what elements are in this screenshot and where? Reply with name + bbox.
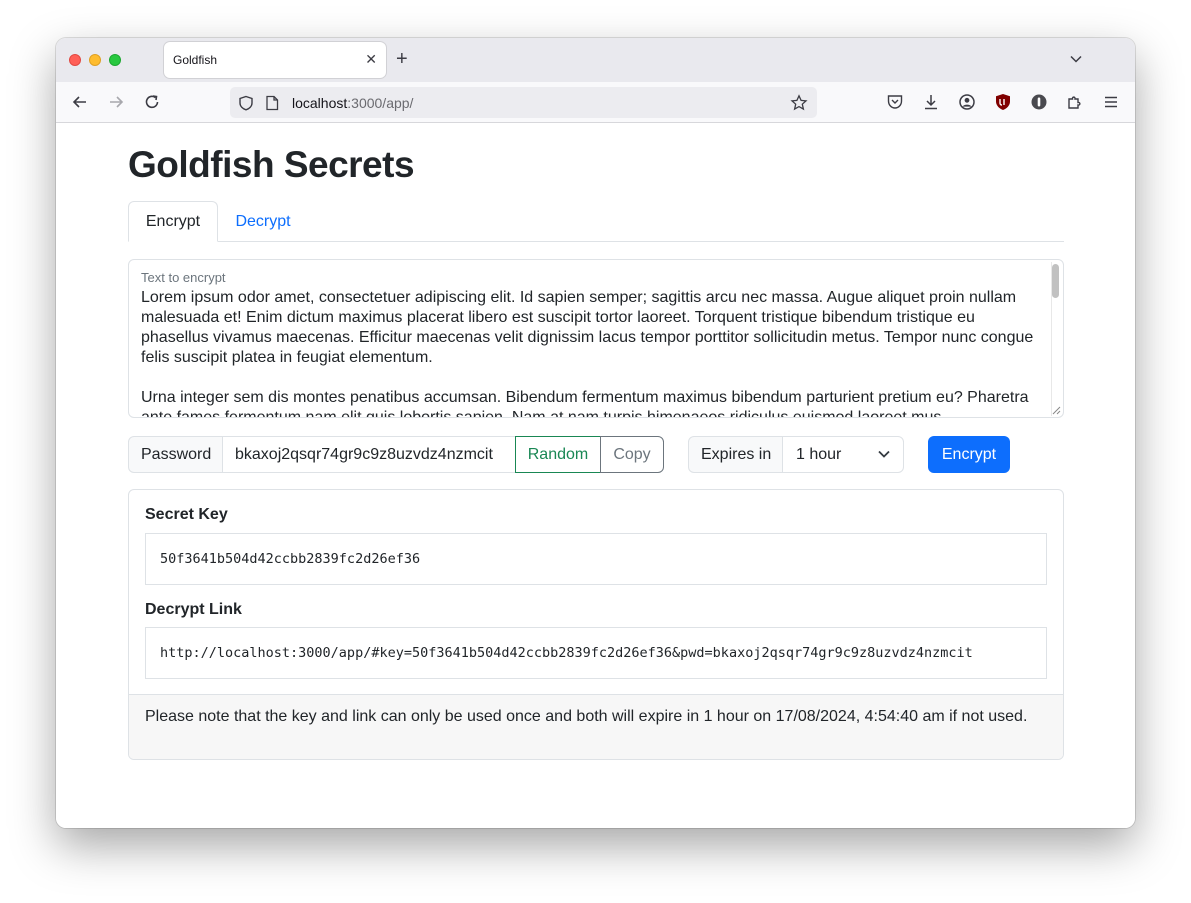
secret-key-value[interactable]: 50f3641b504d42ccbb2839fc2d26ef36 (145, 533, 1047, 585)
browser-tab[interactable]: Goldfish ✕ (164, 42, 386, 78)
page-content: Goldfish Secrets Encrypt Decrypt Text to… (56, 123, 1135, 828)
close-window-button[interactable] (69, 54, 81, 66)
encrypt-button[interactable]: Encrypt (928, 436, 1010, 473)
bookmark-star-icon[interactable] (789, 93, 809, 113)
chevron-down-icon[interactable] (1069, 52, 1083, 66)
ublock-icon[interactable] (993, 92, 1013, 112)
tab-decrypt[interactable]: Decrypt (226, 201, 300, 242)
text-to-encrypt-value[interactable]: Lorem ipsum odor amet, consectetuer adip… (141, 288, 1041, 418)
extensions-icon[interactable] (1065, 92, 1085, 112)
minimize-window-button[interactable] (89, 54, 101, 66)
page-icon[interactable] (262, 93, 282, 113)
secret-key-label: Secret Key (145, 506, 228, 523)
decrypt-link-label: Decrypt Link (145, 601, 242, 618)
tab-strip: Goldfish ✕ + (56, 38, 1135, 82)
download-icon[interactable] (921, 92, 941, 112)
password-label: Password (128, 436, 223, 473)
expires-in-label: Expires in (688, 436, 783, 473)
page-title: Goldfish Secrets (128, 144, 415, 185)
new-tab-button[interactable]: + (396, 48, 408, 70)
textarea-scrollbar-thumb[interactable] (1052, 264, 1059, 298)
copy-password-button[interactable]: Copy (600, 436, 664, 473)
forward-arrow-icon[interactable] (106, 92, 126, 112)
url-bar[interactable]: localhost:3000/app/ (230, 87, 817, 118)
reload-icon[interactable] (142, 92, 162, 112)
url-text[interactable]: localhost:3000/app/ (292, 95, 413, 111)
zoom-window-button[interactable] (109, 54, 121, 66)
browser-window: Goldfish ✕ + localhost:3000/app/ Goldfis… (56, 38, 1135, 828)
url-host: localhost (292, 95, 348, 111)
expiry-note: Please note that the key and link can on… (129, 694, 1063, 759)
url-path: :3000/app/ (347, 95, 414, 111)
text-paragraph: Lorem ipsum odor amet, consectetuer adip… (141, 289, 1034, 366)
back-arrow-icon[interactable] (70, 92, 90, 112)
text-to-encrypt-field[interactable]: Text to encrypt Lorem ipsum odor amet, c… (128, 259, 1064, 418)
result-card: Secret Key 50f3641b504d42ccbb2839fc2d26e… (128, 489, 1064, 760)
expires-in-select[interactable]: 1 hour (782, 436, 904, 473)
account-icon[interactable] (957, 92, 977, 112)
expires-in-value: 1 hour (796, 446, 842, 463)
chevron-down-icon (878, 450, 890, 458)
shield-icon[interactable] (236, 93, 256, 113)
text-paragraph: Urna integer sem dis montes penatibus ac… (141, 389, 1029, 418)
pocket-icon[interactable] (885, 92, 905, 112)
decrypt-link-value[interactable]: http://localhost:3000/app/#key=50f3641b5… (145, 627, 1047, 679)
random-password-button[interactable]: Random (515, 436, 601, 473)
tab-close-icon[interactable]: ✕ (365, 51, 377, 67)
navigation-toolbar: localhost:3000/app/ (56, 82, 1135, 123)
tab-encrypt[interactable]: Encrypt (128, 201, 218, 242)
text-to-encrypt-label: Text to encrypt (141, 270, 226, 285)
resize-handle-icon[interactable] (1051, 405, 1061, 415)
menu-icon[interactable] (1101, 92, 1121, 112)
password-input[interactable]: bkaxoj2qsqr74gr9c9z8uzvdz4nzmcit (222, 436, 516, 473)
tab-title: Goldfish (173, 53, 218, 67)
password-manager-icon[interactable] (1029, 92, 1049, 112)
